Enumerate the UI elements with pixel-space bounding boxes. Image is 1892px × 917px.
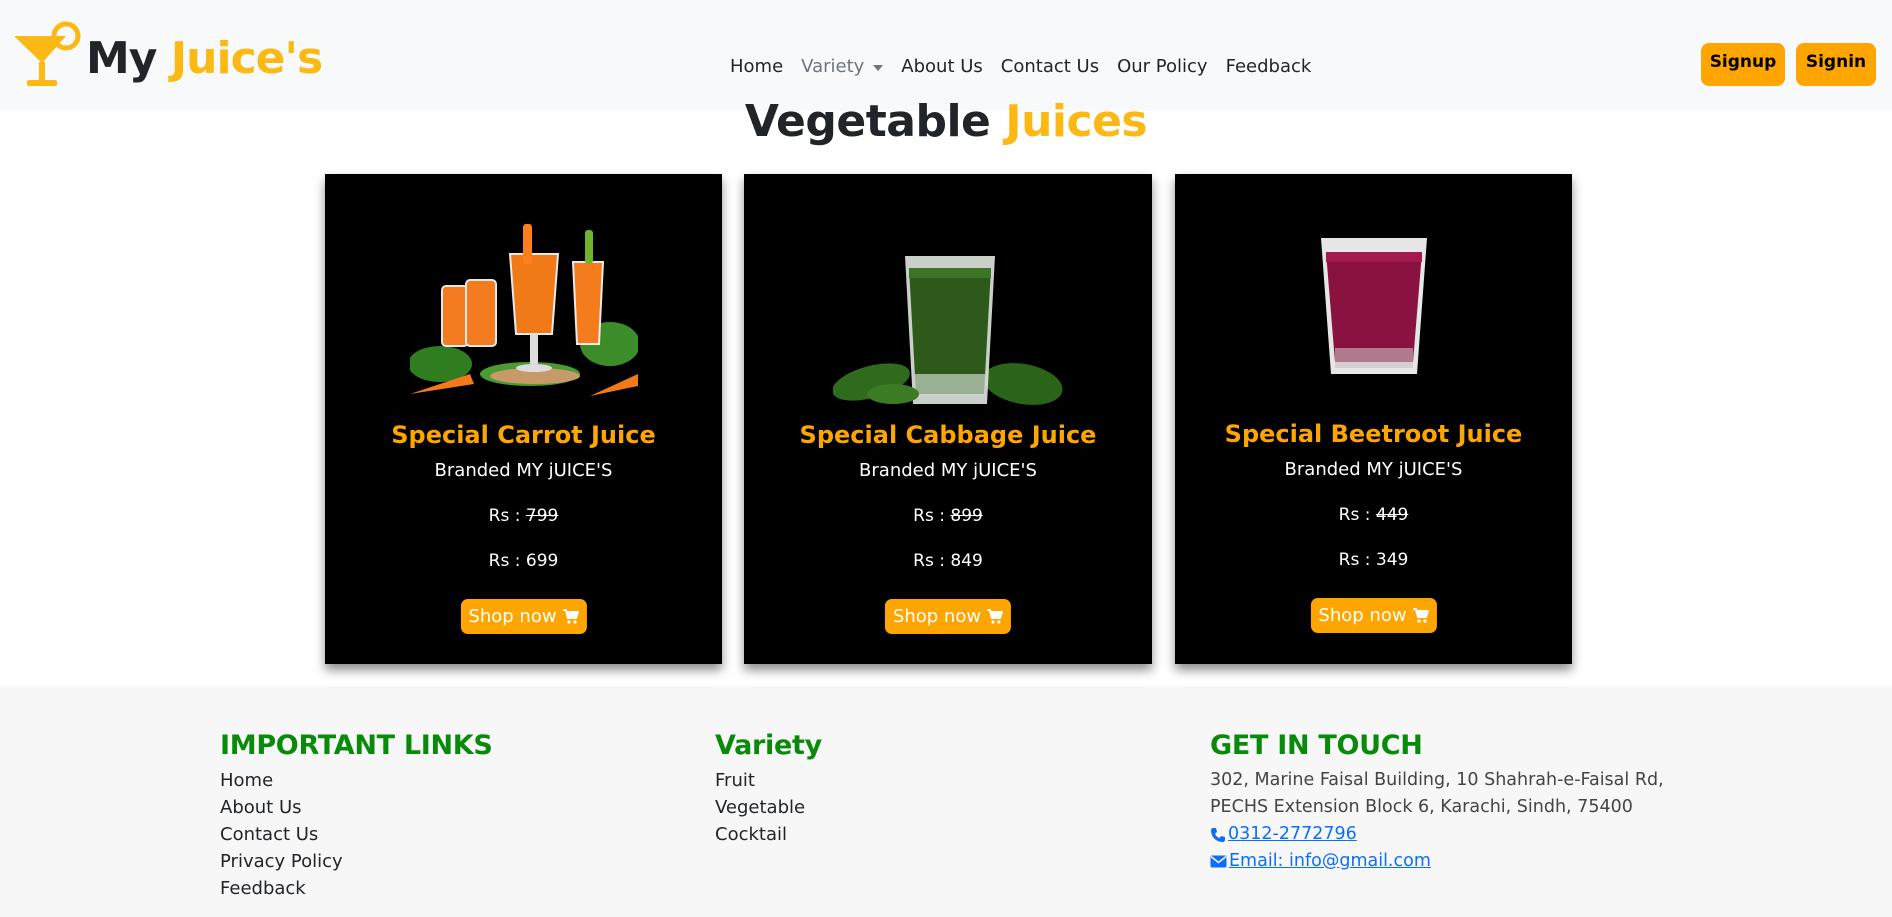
footer-important-links: IMPORTANT LINKS Home About Us Contact Us…: [220, 730, 493, 902]
nav-variety-dropdown[interactable]: Variety: [801, 56, 884, 77]
phone-link[interactable]: 0312-2772796: [1210, 821, 1664, 848]
footer-link-about[interactable]: About Us: [220, 794, 493, 821]
product-brand: Branded MY jUICE'S: [434, 460, 613, 481]
footer-links-heading: IMPORTANT LINKS: [220, 730, 493, 761]
old-price-prefix: Rs :: [488, 506, 521, 526]
cart-icon: [1412, 608, 1429, 623]
old-price: Rs : 799: [325, 506, 722, 526]
email-link[interactable]: Email: info@gmail.com: [1210, 848, 1664, 875]
footer-link-cocktail[interactable]: Cocktail: [715, 821, 822, 848]
nav-about[interactable]: About Us: [901, 56, 983, 77]
footer-link-contact[interactable]: Contact Us: [220, 821, 493, 848]
footer-contact-heading: GET IN TOUCH: [1210, 730, 1423, 761]
nav-policy[interactable]: Our Policy: [1117, 56, 1207, 77]
caret-down-icon: [873, 64, 884, 71]
navbar: My Juice's Home Variety About Us Contact…: [0, 0, 1892, 111]
section-title: Vegetable Juices: [0, 96, 1892, 147]
phone-number: 0312-2772796: [1228, 824, 1357, 844]
nav-variety-label: Variety: [801, 56, 865, 77]
cart-icon: [562, 609, 579, 624]
footer-contact: GET IN TOUCH 302, Marine Faisal Building…: [1210, 730, 1664, 875]
product-name: Special Cabbage Juice: [799, 421, 1097, 449]
shop-now-label: Shop now: [1318, 605, 1407, 626]
section-title-part1: Vegetable: [744, 96, 991, 147]
nav-feedback[interactable]: Feedback: [1226, 56, 1312, 77]
envelope-icon: [1210, 855, 1227, 868]
phone-icon: [1211, 827, 1225, 842]
new-price: Rs : 349: [1338, 550, 1409, 570]
address-line-2: PECHS Extension Block 6, Karachi, Sindh,…: [1210, 797, 1633, 817]
shop-now-button[interactable]: Shop now: [460, 599, 587, 634]
old-price-value: 899: [950, 506, 983, 526]
shop-now-button[interactable]: Shop now: [1310, 598, 1437, 633]
product-brand: Branded MY jUICE'S: [859, 460, 1037, 481]
nav-home[interactable]: Home: [730, 56, 783, 77]
cabbage-juice-image: [833, 256, 1063, 405]
main-nav: Home Variety About Us Contact Us Our Pol…: [730, 56, 1329, 77]
section-title-part2: Juices: [1005, 96, 1148, 147]
product-brand: Branded MY jUICE'S: [1284, 459, 1463, 480]
old-price-value: 449: [1375, 505, 1409, 525]
shop-now-button[interactable]: Shop now: [884, 599, 1012, 634]
product-card-cabbage: Special Cabbage Juice Branded MY jUICE'S…: [744, 174, 1152, 664]
brand-name-part1: My: [86, 32, 157, 84]
footer-link-privacy[interactable]: Privacy Policy: [220, 848, 493, 875]
old-price-prefix: Rs :: [1338, 505, 1371, 525]
new-price: Rs : 699: [488, 551, 559, 571]
footer-link-vegetable[interactable]: Vegetable: [715, 794, 822, 821]
footer: IMPORTANT LINKS Home About Us Contact Us…: [0, 686, 1892, 917]
product-card-carrot: Special Carrot Juice Branded MY jUICE'S …: [325, 174, 722, 664]
cart-icon: [987, 609, 1004, 624]
brand-name-part2: Juice's: [170, 32, 323, 84]
signup-button[interactable]: Signup: [1701, 43, 1785, 86]
brand-logo-link[interactable]: My Juice's: [12, 18, 323, 88]
signin-button[interactable]: Signin: [1796, 43, 1876, 86]
new-price: Rs : 849: [913, 551, 983, 571]
product-name: Special Carrot Juice: [391, 421, 656, 449]
old-price: Rs : 899: [744, 506, 1152, 526]
footer-link-fruit[interactable]: Fruit: [715, 767, 822, 794]
email-address: Email: info@gmail.com: [1229, 851, 1431, 871]
footer-variety: Variety Fruit Vegetable Cocktail: [715, 730, 822, 848]
old-price: Rs : 449: [1175, 505, 1572, 525]
old-price-value: 799: [525, 506, 559, 526]
footer-variety-heading: Variety: [715, 730, 822, 761]
cocktail-glass-icon: [14, 21, 81, 86]
old-price-prefix: Rs :: [913, 506, 945, 526]
nav-contact[interactable]: Contact Us: [1001, 56, 1099, 77]
carrot-juice-image: [409, 224, 638, 396]
product-name: Special Beetroot Juice: [1224, 420, 1523, 448]
shop-now-label: Shop now: [892, 606, 982, 627]
brand-name: My Juice's: [86, 32, 323, 84]
footer-link-feedback[interactable]: Feedback: [220, 875, 493, 902]
beetroot-juice-image: [1320, 238, 1427, 374]
footer-link-home[interactable]: Home: [220, 767, 493, 794]
address-line-1: 302, Marine Faisal Building, 10 Shahrah-…: [1210, 770, 1664, 790]
product-card-beetroot: Special Beetroot Juice Branded MY jUICE'…: [1175, 174, 1572, 664]
shop-now-label: Shop now: [468, 606, 557, 627]
